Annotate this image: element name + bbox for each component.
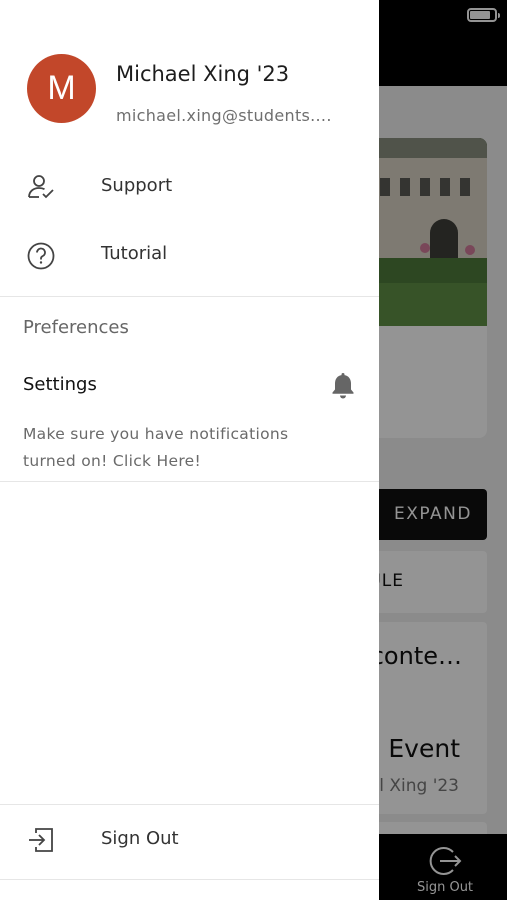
sign-out-button[interactable]: Sign Out xyxy=(0,808,379,872)
avatar[interactable]: M xyxy=(27,54,96,123)
bell-icon[interactable] xyxy=(330,372,356,400)
menu-item-tutorial-label: Tutorial xyxy=(101,243,168,264)
settings-label: Settings xyxy=(23,374,97,395)
user-name: Michael Xing '23 xyxy=(116,62,290,86)
divider xyxy=(0,296,379,297)
side-drawer: M Michael Xing '23 michael.xing@students… xyxy=(0,0,379,900)
menu-item-tutorial[interactable]: Tutorial xyxy=(0,226,379,286)
preferences-heading: Preferences xyxy=(23,317,129,338)
menu-item-support-label: Support xyxy=(101,175,173,196)
divider xyxy=(0,481,379,482)
sign-out-label: Sign Out xyxy=(101,828,179,849)
divider xyxy=(0,879,379,880)
menu-item-support[interactable]: Support xyxy=(0,158,379,218)
user-email: michael.xing@students.... xyxy=(116,106,332,125)
notification-hint-link[interactable]: Make sure you have notifications turned … xyxy=(23,421,343,475)
person-check-icon xyxy=(28,175,54,199)
sign-out-icon xyxy=(29,828,53,852)
divider xyxy=(0,804,379,805)
help-circle-icon xyxy=(27,242,55,270)
settings-row[interactable]: Settings xyxy=(0,368,379,408)
